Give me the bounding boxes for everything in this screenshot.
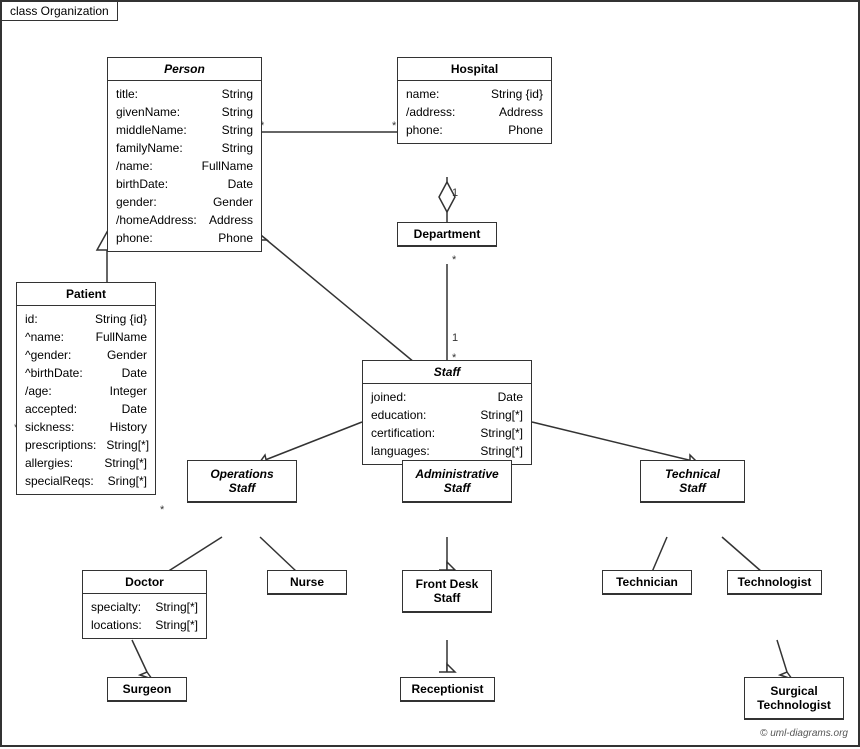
mult-person-hospital-right: * — [392, 120, 396, 132]
staff-attrs: joined:Date education:String[*] certific… — [363, 384, 531, 464]
surgeon-title: Surgeon — [108, 678, 186, 701]
person-title: Person — [108, 58, 261, 81]
surgical-technologist-box: SurgicalTechnologist — [744, 677, 844, 720]
department-box: Department — [397, 222, 497, 247]
technologist-title: Technologist — [728, 571, 821, 594]
technical-staff-box: TechnicalStaff — [640, 460, 745, 503]
technical-staff-title: TechnicalStaff — [641, 461, 744, 502]
receptionist-box: Receptionist — [400, 677, 495, 702]
technician-box: Technician — [602, 570, 692, 595]
staff-title: Staff — [363, 361, 531, 384]
surgeon-box: Surgeon — [107, 677, 187, 702]
operations-staff-box: OperationsStaff — [187, 460, 297, 503]
patient-box: Patient id:String {id} ^name:FullName ^g… — [16, 282, 156, 495]
diagram-title: class Organization — [2, 2, 118, 21]
staff-box: Staff joined:Date education:String[*] ce… — [362, 360, 532, 465]
person-box: Person title:String givenName:String mid… — [107, 57, 262, 252]
hospital-attrs: name:String {id} /address:Address phone:… — [398, 81, 551, 143]
person-attrs: title:String givenName:String middleName… — [108, 81, 261, 251]
mult-ops-staff: * — [160, 504, 164, 516]
operations-staff-title: OperationsStaff — [188, 461, 296, 502]
surgical-technologist-title: SurgicalTechnologist — [745, 678, 843, 719]
nurse-title: Nurse — [268, 571, 346, 594]
nurse-box: Nurse — [267, 570, 347, 595]
mult-dept-multiplicity: * — [452, 254, 456, 266]
patient-attrs: id:String {id} ^name:FullName ^gender:Ge… — [17, 306, 155, 494]
administrative-staff-title: AdministrativeStaff — [403, 461, 511, 502]
mult-hospital-dept: 1 — [452, 187, 458, 199]
receptionist-title: Receptionist — [401, 678, 494, 701]
doctor-attrs: specialty:String[*] locations:String[*] — [83, 594, 206, 638]
technician-title: Technician — [603, 571, 691, 594]
technologist-box: Technologist — [727, 570, 822, 595]
hospital-title: Hospital — [398, 58, 551, 81]
department-title: Department — [398, 223, 496, 246]
front-desk-staff-title: Front DeskStaff — [403, 571, 491, 612]
front-desk-staff-box: Front DeskStaff — [402, 570, 492, 613]
mult-dept-staff: 1 — [452, 332, 458, 344]
doctor-title: Doctor — [83, 571, 206, 594]
diagram-container: class Organization — [0, 0, 860, 747]
hospital-box: Hospital name:String {id} /address:Addre… — [397, 57, 552, 144]
administrative-staff-box: AdministrativeStaff — [402, 460, 512, 503]
copyright: © uml-diagrams.org — [760, 728, 848, 739]
doctor-box: Doctor specialty:String[*] locations:Str… — [82, 570, 207, 639]
patient-title: Patient — [17, 283, 155, 306]
